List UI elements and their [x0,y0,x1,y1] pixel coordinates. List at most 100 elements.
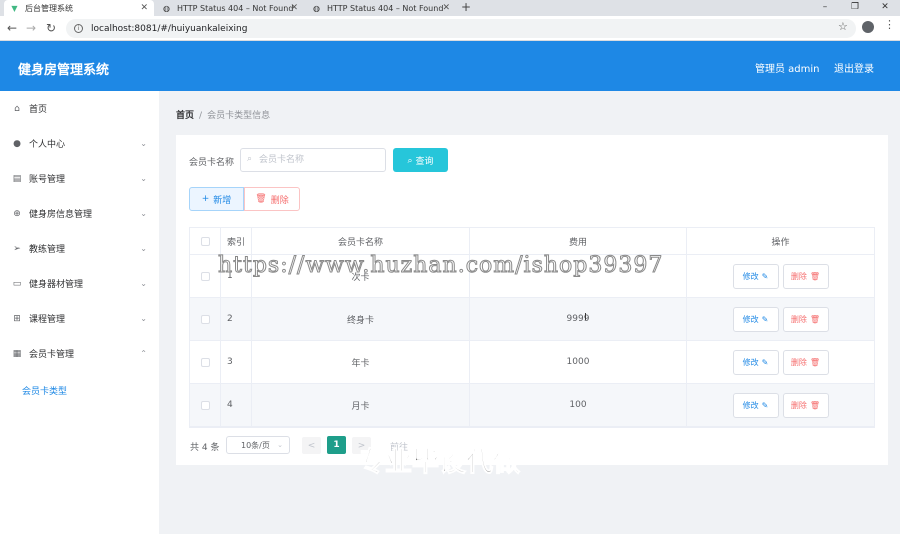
sidebar-subitem-card-types[interactable]: 会员卡类型 [22,384,67,397]
trash-icon: 🗑 [809,271,821,281]
close-icon[interactable]: ✕ [140,3,148,13]
table-row: 2 终身卡 9999 修改 ✎ 删除 🗑 [190,298,874,341]
chevron-down-icon: ⌄ [140,244,147,253]
browser-tab-1[interactable]: ▼ 后台管理系统 ✕ [4,0,154,16]
compass-icon: ⊕ [13,208,21,219]
breadcrumb: 首页 / 会员卡类型信息 [176,108,270,121]
cell-fee: 1000 [470,341,687,383]
close-window-button[interactable]: ✕ [870,0,900,16]
sidebar-item-courses[interactable]: ⊞ 课程管理 ⌄ [0,301,159,336]
watermark-text: 专业毕设代做 [358,447,521,479]
row-checkbox[interactable] [200,271,210,281]
star-icon[interactable]: ☆ [838,20,848,33]
delete-label: 删除 [790,357,807,367]
sidebar-item-label: 账号管理 [29,175,66,185]
delete-row-button[interactable]: 删除 🗑 [782,392,829,418]
page-size-value: 10条/页 [241,440,270,450]
delete-label: 删除 [790,314,807,324]
browser-tab-3[interactable]: ◍ HTTP Status 404 – Not Found ✕ [306,0,456,16]
grid-icon: ⊞ [13,313,21,324]
delete-row-button[interactable]: 删除 🗑 [782,263,829,289]
sidebar-item-accounts[interactable]: ▤ 账号管理 ⌄ [0,161,159,196]
cell-actions: 修改 ✎ 删除 🗑 [687,255,874,297]
sidebar-item-coaches[interactable]: ➢ 教练管理 ⌄ [0,231,159,266]
trash-icon: 🗑 [255,194,267,204]
document-icon: ▭ [12,278,22,289]
reload-icon[interactable]: ↻ [46,21,56,35]
globe-icon: ◍ [163,3,170,13]
close-icon[interactable]: ✕ [290,3,298,13]
edit-button[interactable]: 修改 ✎ [732,263,779,289]
query-button[interactable]: ⌕ 查询 [393,148,448,172]
kebab-menu-icon[interactable]: ⋮ [884,18,895,31]
trash-icon: 🗑 [809,314,821,324]
tab-title: 后台管理系统 [25,3,73,13]
back-arrow-icon[interactable]: ← [7,21,17,35]
cell-index: 4 [221,384,252,426]
close-icon[interactable]: ✕ [442,3,450,13]
delete-label: 删除 [790,271,807,281]
page-number-1[interactable]: 1 [327,436,346,454]
current-user: 管理员 admin [755,64,820,75]
select-all-checkbox[interactable] [200,236,210,246]
prev-page-button[interactable]: < [302,437,321,454]
url-field[interactable]: i localhost:8081/#/huiyuankaleixing [66,19,856,38]
table-row: 4 月卡 100 修改 ✎ 删除 🗑 [190,384,874,427]
forward-arrow-icon[interactable]: → [26,21,36,35]
sidebar-item-label: 个人中心 [29,140,66,150]
search-input[interactable] [240,148,386,172]
header-select [190,228,221,254]
tab-title: HTTP Status 404 – Not Found [177,3,294,13]
cell-fee: 100 [470,384,687,426]
new-tab-button[interactable]: + [461,0,471,14]
sidebar-item-label: 课程管理 [29,315,66,325]
add-button-label: 新增 [213,195,232,206]
home-icon: ⌂ [14,103,20,114]
maximize-button[interactable]: ❐ [840,0,870,16]
row-checkbox[interactable] [200,400,210,410]
batch-delete-button[interactable]: 🗑 删除 [244,187,300,211]
chevron-down-icon: ⌄ [140,174,147,183]
cell-actions: 修改 ✎ 删除 🗑 [687,298,874,340]
edit-button[interactable]: 修改 ✎ [732,306,779,332]
sidebar-item-label: 教练管理 [29,245,66,255]
app-header: 健身房管理系统 管理员 admin 退出登录 [0,41,900,91]
browser-tab-2[interactable]: ◍ HTTP Status 404 – Not Found ✕ [156,0,304,16]
sidebar-item-label: 健身器材管理 [29,280,84,290]
page-size-select[interactable]: 10条/页 ⌄ [226,436,290,454]
sidebar-item-equipment[interactable]: ▭ 健身器材管理 ⌄ [0,266,159,301]
delete-row-button[interactable]: 删除 🗑 [782,349,829,375]
sidebar-item-profile[interactable]: ● 个人中心 ⌄ [0,126,159,161]
profile-avatar-icon[interactable] [862,21,874,33]
search-icon: ⌕ [407,154,413,165]
row-select [190,341,221,383]
chevron-down-icon: ⌄ [277,441,283,449]
trash-icon: 🗑 [809,357,821,367]
edit-button[interactable]: 修改 ✎ [732,349,779,375]
sidebar-item-membership[interactable]: ▦ 会员卡管理 ⌃ [0,336,159,371]
delete-row-button[interactable]: 删除 🗑 [782,306,829,332]
apps-icon: ▦ [12,348,22,359]
column-name: 会员卡名称 [252,228,470,254]
chevron-down-icon: ⌄ [140,209,147,218]
chevron-down-icon: ⌄ [140,314,147,323]
minimize-button[interactable]: – [810,0,840,16]
pagination-total: 共 4 条 [190,443,220,453]
chevron-up-icon: ⌃ [140,349,147,358]
logout-link[interactable]: 退出登录 [834,60,874,75]
row-checkbox[interactable] [200,314,210,324]
breadcrumb-home[interactable]: 首页 [176,111,194,121]
vue-logo-icon: ▼ [11,3,18,13]
row-select [190,298,221,340]
add-button[interactable]: + 新增 [189,187,244,211]
chevron-down-icon: ⌄ [140,279,147,288]
briefcase-icon: ▤ [12,173,22,184]
info-icon[interactable]: i [74,24,83,33]
edit-button[interactable]: 修改 ✎ [732,392,779,418]
edit-label: 修改 [742,400,759,410]
cell-name: 年卡 [252,341,470,383]
row-checkbox[interactable] [200,357,210,367]
sidebar-item-home[interactable]: ⌂ 首页 [0,91,159,126]
app-title: 健身房管理系统 [18,63,110,78]
sidebar-item-gym-info[interactable]: ⊕ 健身房信息管理 ⌄ [0,196,159,231]
